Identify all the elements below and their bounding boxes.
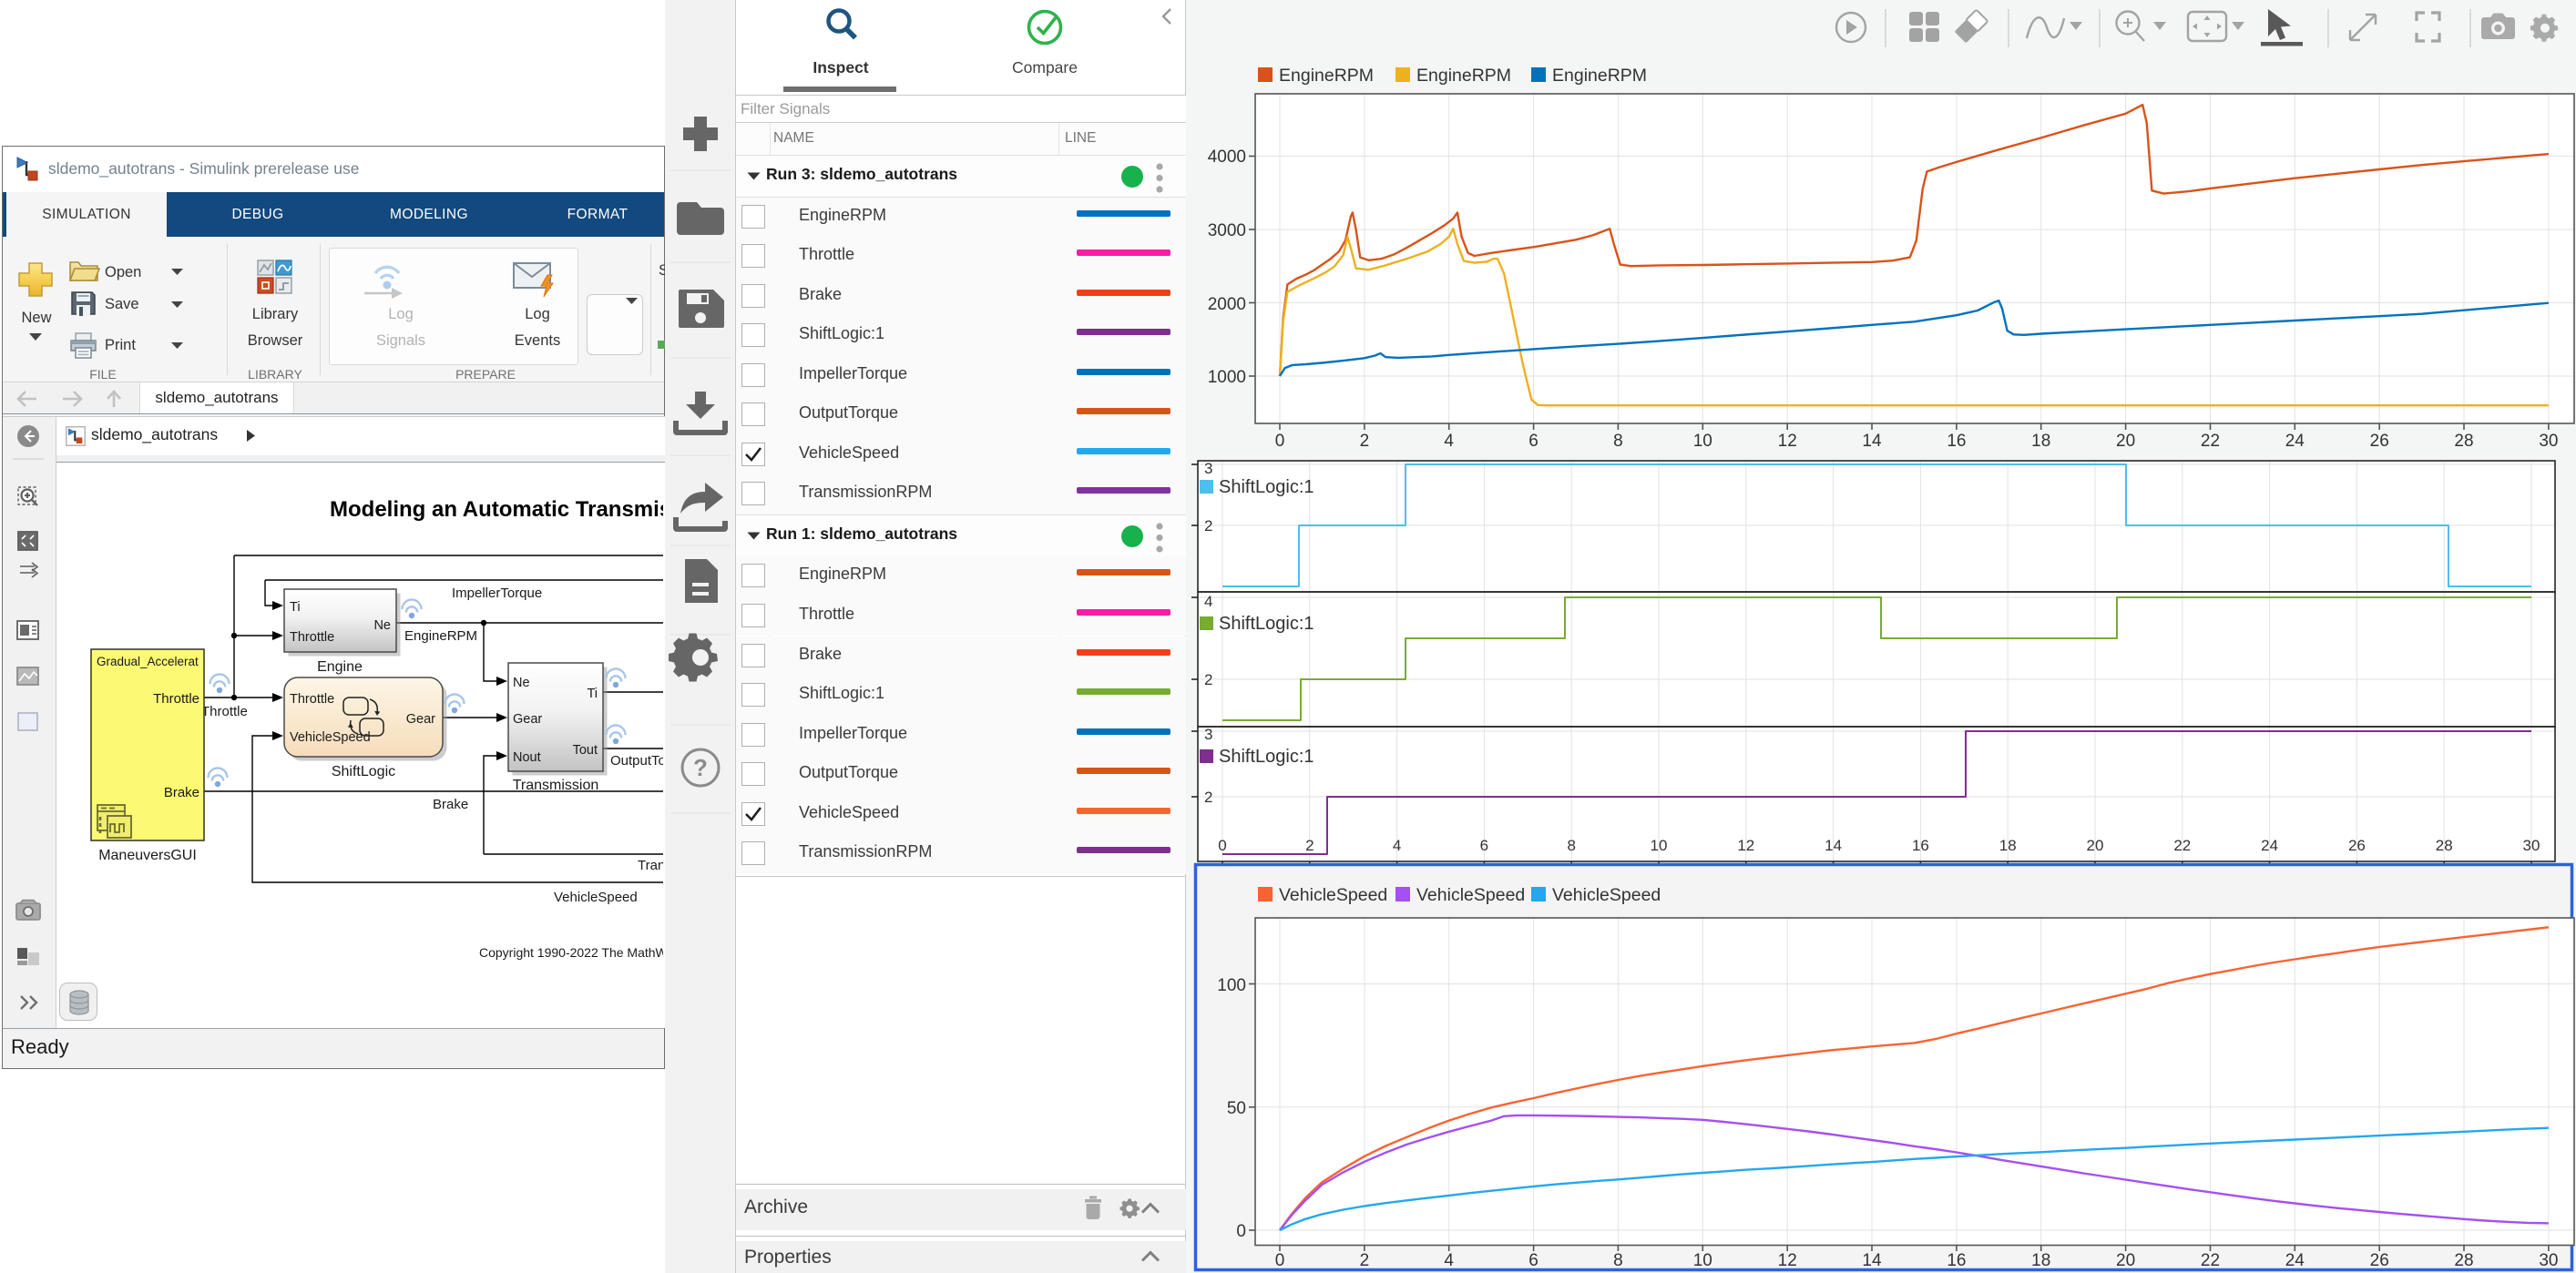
svg-text:22: 22: [2201, 1251, 2220, 1270]
svg-text:Ne: Ne: [373, 618, 391, 633]
svg-text:4: 4: [1444, 432, 1454, 451]
svg-text:VehicleSpeed: VehicleSpeed: [1416, 885, 1525, 905]
svg-text:4: 4: [1444, 1251, 1454, 1270]
svg-text:3: 3: [1204, 726, 1212, 743]
svg-text:24: 24: [2285, 1251, 2305, 1270]
svg-text:Tran: Tran: [638, 858, 663, 873]
svg-text:28: 28: [2454, 432, 2473, 451]
svg-text:2: 2: [1204, 517, 1212, 535]
svg-text:14: 14: [1862, 1251, 1882, 1270]
svg-text:8: 8: [1613, 432, 1623, 451]
svg-text:Gear: Gear: [513, 712, 542, 727]
svg-text:4000: 4000: [1208, 148, 1246, 167]
svg-text:3: 3: [1204, 460, 1212, 477]
svg-text:16: 16: [1912, 837, 1929, 854]
svg-text:30: 30: [2539, 1251, 2558, 1270]
svg-text:10: 10: [1693, 432, 1712, 451]
svg-text:22: 22: [2173, 837, 2191, 854]
svg-text:6: 6: [1528, 432, 1538, 451]
svg-text:Throttle: Throttle: [201, 704, 248, 719]
svg-text:Gear: Gear: [406, 712, 435, 727]
svg-text:Gradual_Accelerat: Gradual_Accelerat: [97, 655, 199, 668]
svg-text:Ne: Ne: [513, 676, 530, 690]
svg-text:Brake: Brake: [433, 797, 468, 812]
svg-text:Nout: Nout: [513, 750, 541, 765]
svg-text:2: 2: [1360, 432, 1370, 451]
svg-text:Throttle: Throttle: [153, 691, 199, 707]
svg-text:28: 28: [2454, 1251, 2473, 1270]
svg-text:Throttle: Throttle: [290, 630, 334, 645]
svg-text:2: 2: [1204, 789, 1212, 806]
svg-text:24: 24: [2261, 837, 2278, 854]
svg-text:20: 20: [2116, 432, 2135, 451]
svg-text:14: 14: [1862, 432, 1882, 451]
svg-text:2: 2: [1204, 671, 1212, 688]
svg-text:Transmission: Transmission: [513, 778, 599, 793]
svg-text:100: 100: [1217, 976, 1246, 995]
svg-text:6: 6: [1480, 837, 1488, 854]
svg-text:0: 0: [1275, 432, 1285, 451]
svg-text:3000: 3000: [1208, 221, 1246, 240]
svg-text:Throttle: Throttle: [290, 692, 334, 707]
svg-text:26: 26: [2348, 837, 2366, 854]
svg-text:16: 16: [1947, 432, 1966, 451]
svg-text:50: 50: [1227, 1099, 1246, 1118]
svg-text:12: 12: [1778, 432, 1797, 451]
svg-text:EngineRPM: EngineRPM: [1416, 66, 1511, 86]
svg-text:16: 16: [1947, 1251, 1966, 1270]
svg-text:12: 12: [1778, 1251, 1797, 1270]
svg-text:ShiftLogic:1: ShiftLogic:1: [1219, 747, 1314, 767]
svg-text:ImpellerTorque: ImpellerTorque: [452, 586, 542, 601]
svg-text:10: 10: [1651, 837, 1668, 854]
svg-text:10: 10: [1693, 1251, 1712, 1270]
svg-text:12: 12: [1737, 837, 1754, 854]
svg-text:Ti: Ti: [290, 600, 301, 615]
svg-text:18: 18: [1999, 837, 2017, 854]
svg-text:14: 14: [1825, 837, 1842, 854]
svg-text:0: 0: [1275, 1251, 1285, 1270]
svg-text:18: 18: [2031, 432, 2050, 451]
svg-text:4: 4: [1393, 837, 1401, 854]
svg-text:Brake: Brake: [164, 785, 199, 800]
svg-text:28: 28: [2436, 837, 2453, 854]
svg-text:ShiftLogic:1: ShiftLogic:1: [1219, 477, 1314, 497]
svg-text:EngineRPM: EngineRPM: [1279, 66, 1374, 86]
svg-text:OutputTor: OutputTor: [610, 753, 663, 769]
svg-text:Modeling an Automatic Transmis: Modeling an Automatic Transmission Contr…: [330, 497, 663, 522]
svg-text:ShiftLogic: ShiftLogic: [332, 764, 395, 779]
svg-text:18: 18: [2031, 1251, 2050, 1270]
svg-text:EngineRPM: EngineRPM: [404, 628, 477, 644]
svg-text:0: 0: [1236, 1222, 1246, 1241]
svg-text:30: 30: [2539, 432, 2558, 451]
svg-text:8: 8: [1613, 1251, 1623, 1270]
svg-text:ShiftLogic:1: ShiftLogic:1: [1219, 614, 1314, 634]
svg-text:2: 2: [1305, 837, 1314, 854]
svg-text:0: 0: [1218, 837, 1226, 854]
svg-text:4: 4: [1204, 593, 1212, 610]
svg-text:24: 24: [2285, 432, 2305, 451]
svg-text:26: 26: [2370, 1251, 2389, 1270]
svg-text:8: 8: [1567, 837, 1575, 854]
svg-text:Copyright 1990-2022 The MathW: Copyright 1990-2022 The MathW: [479, 945, 663, 960]
svg-text:Ti: Ti: [587, 687, 598, 701]
svg-text:30: 30: [2523, 837, 2540, 854]
svg-text:26: 26: [2370, 432, 2389, 451]
svg-text:20: 20: [2087, 837, 2104, 854]
svg-text:2: 2: [1360, 1251, 1370, 1270]
svg-text:VehicleSpeed: VehicleSpeed: [554, 890, 638, 905]
svg-text:ManeuversGUI: ManeuversGUI: [98, 848, 197, 863]
svg-text:1000: 1000: [1208, 368, 1246, 387]
svg-text:22: 22: [2201, 432, 2220, 451]
svg-text:2000: 2000: [1208, 295, 1246, 314]
svg-text:VehicleSpeed: VehicleSpeed: [1552, 885, 1661, 905]
svg-text:EngineRPM: EngineRPM: [1552, 66, 1647, 86]
svg-text:6: 6: [1528, 1251, 1538, 1270]
svg-text:VehicleSpeed: VehicleSpeed: [290, 730, 371, 745]
svg-text:Tout: Tout: [573, 743, 598, 758]
svg-text:?: ?: [693, 754, 708, 781]
svg-text:20: 20: [2116, 1251, 2135, 1270]
svg-text:VehicleSpeed: VehicleSpeed: [1279, 885, 1387, 905]
svg-text:Engine: Engine: [317, 659, 363, 675]
